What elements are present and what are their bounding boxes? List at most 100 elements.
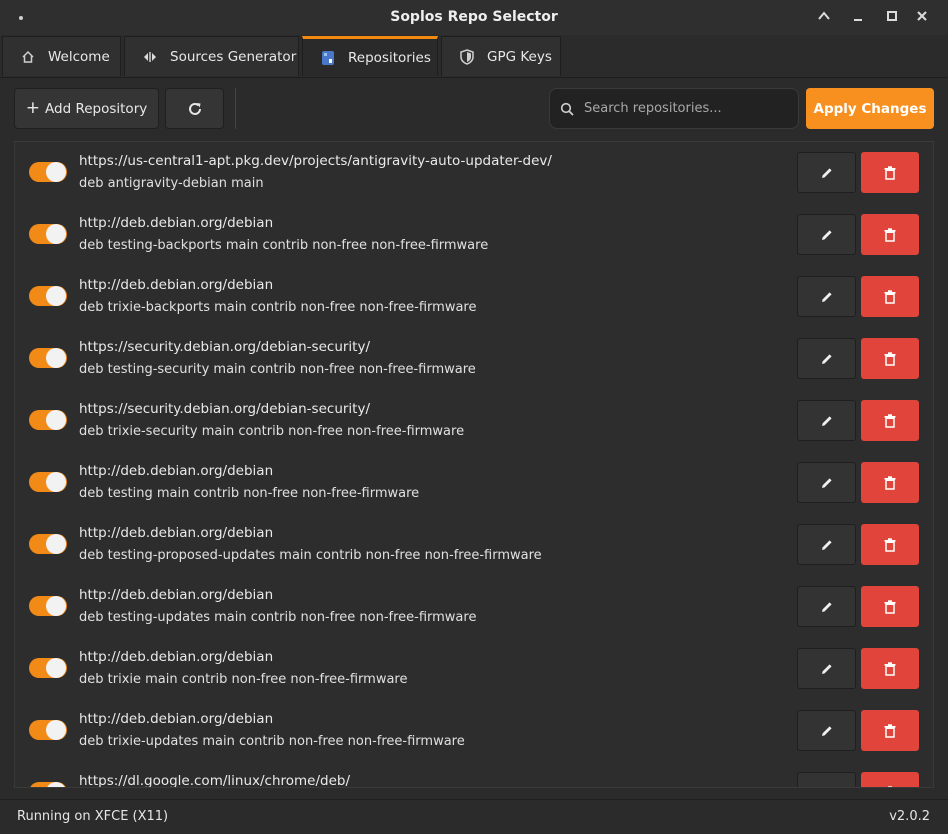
toggle-knob <box>46 224 66 244</box>
toggle-knob <box>46 472 66 492</box>
edit-repository-button[interactable] <box>797 710 856 751</box>
toggle-knob <box>46 658 66 678</box>
repository-row: http://deb.debian.org/debian deb testing-… <box>15 204 933 266</box>
edit-repository-button[interactable] <box>797 524 856 565</box>
toolbar: + Add Repository Apply Changes <box>0 78 948 140</box>
plus-icon: + <box>25 98 41 118</box>
trash-icon <box>884 227 896 242</box>
repository-enabled-toggle[interactable] <box>29 720 67 740</box>
tab-label: GPG Keys <box>487 48 552 65</box>
minimize-button[interactable] <box>849 9 867 27</box>
repository-url: https://dl.google.com/linux/chrome/deb/ <box>79 773 351 788</box>
edit-repository-button[interactable] <box>797 152 856 193</box>
edit-repository-button[interactable] <box>797 772 856 789</box>
delete-repository-button[interactable] <box>861 772 919 787</box>
repository-enabled-toggle[interactable] <box>29 782 67 787</box>
edit-repository-button[interactable] <box>797 400 856 441</box>
refresh-icon <box>188 102 201 115</box>
repository-row: http://deb.debian.org/debian deb testing-… <box>15 576 933 638</box>
pencil-icon <box>821 663 832 674</box>
toggle-knob <box>46 348 66 368</box>
repository-enabled-toggle[interactable] <box>29 658 67 678</box>
toggle-knob <box>46 534 66 554</box>
repository-enabled-toggle[interactable] <box>29 596 67 616</box>
repository-row: http://deb.debian.org/debian deb trixie m… <box>15 638 933 700</box>
maximize-button[interactable] <box>883 9 901 27</box>
edit-repository-button[interactable] <box>797 338 856 379</box>
repository-url: https://security.debian.org/debian-secur… <box>79 339 371 355</box>
delete-repository-button[interactable] <box>861 400 919 441</box>
pencil-icon <box>821 353 832 364</box>
repository-spec: deb trixie-security main contrib non-fre… <box>79 424 465 439</box>
edit-repository-button[interactable] <box>797 462 856 503</box>
repository-spec: deb testing-proposed-updates main contri… <box>79 548 542 563</box>
repository-enabled-toggle[interactable] <box>29 472 67 492</box>
toggle-knob <box>46 410 66 430</box>
toggle-knob <box>46 596 66 616</box>
repository-enabled-toggle[interactable] <box>29 348 67 368</box>
repository-enabled-toggle[interactable] <box>29 162 67 182</box>
trash-icon <box>884 413 896 428</box>
repository-enabled-toggle[interactable] <box>29 286 67 306</box>
title-bar: Soplos Repo Selector <box>0 0 948 36</box>
trash-icon <box>884 599 896 614</box>
tab-repositories[interactable]: Repositories <box>302 36 438 76</box>
close-button[interactable] <box>913 9 931 27</box>
trash-icon <box>884 165 896 180</box>
repository-spec: deb testing-security main contrib non-fr… <box>79 362 476 377</box>
trash-icon <box>884 475 896 490</box>
pencil-icon <box>821 787 833 789</box>
repository-row: https://security.debian.org/debian-secur… <box>15 328 933 390</box>
delete-repository-button[interactable] <box>861 648 919 689</box>
edit-repository-button[interactable] <box>797 214 856 255</box>
delete-repository-button[interactable] <box>861 214 919 255</box>
add-repository-button[interactable]: + Add Repository <box>14 88 159 129</box>
repository-enabled-toggle[interactable] <box>29 224 67 244</box>
search-box[interactable] <box>549 88 799 129</box>
minimize-icon <box>854 19 862 21</box>
search-input[interactable] <box>582 100 786 117</box>
pencil-icon <box>821 415 832 426</box>
tab-welcome[interactable]: Welcome <box>2 36 121 76</box>
apply-changes-button[interactable]: Apply Changes <box>806 88 934 129</box>
toggle-knob <box>46 782 66 787</box>
repository-list[interactable]: https://us-central1-apt.pkg.dev/projects… <box>14 141 934 788</box>
delete-repository-button[interactable] <box>861 276 919 317</box>
repository-url: http://deb.debian.org/debian <box>79 587 274 603</box>
chevron-up-icon <box>818 11 830 20</box>
repository-row: http://deb.debian.org/debian deb trixie-b… <box>15 266 933 328</box>
window-title: Soplos Repo Selector <box>390 9 558 25</box>
trash-icon <box>884 537 896 552</box>
add-repository-label: Add Repository <box>45 100 148 117</box>
repository-enabled-toggle[interactable] <box>29 410 67 430</box>
trash-icon <box>884 351 896 366</box>
delete-repository-button[interactable] <box>861 524 919 565</box>
tab-label: Sources Generator <box>170 48 297 65</box>
delete-repository-button[interactable] <box>861 152 919 193</box>
pencil-icon <box>821 477 832 488</box>
toolbar-separator <box>235 88 236 129</box>
tab-gpg-keys[interactable]: GPG Keys <box>441 36 561 76</box>
repository-spec: deb antigravity-debian main <box>79 176 264 191</box>
status-bar: Running on XFCE (X11) v2.0.2 <box>0 799 948 834</box>
tab-sources-generator[interactable]: Sources Generator <box>124 36 299 76</box>
environment-status: Running on XFCE (X11) <box>17 809 169 824</box>
repository-row: https://dl.google.com/linux/chrome/deb/ <box>15 762 933 789</box>
trash-icon <box>884 289 896 304</box>
delete-repository-button[interactable] <box>861 338 919 379</box>
edit-repository-button[interactable] <box>797 276 856 317</box>
trash-icon <box>884 723 896 738</box>
tab-bar: Welcome Sources Generator Repositories G… <box>0 35 948 78</box>
shade-button[interactable] <box>815 9 833 27</box>
pencil-icon <box>821 167 832 178</box>
delete-repository-button[interactable] <box>861 710 919 751</box>
edit-repository-button[interactable] <box>797 586 856 627</box>
edit-repository-button[interactable] <box>797 648 856 689</box>
repository-url: https://security.debian.org/debian-secur… <box>79 401 371 417</box>
delete-repository-button[interactable] <box>861 586 919 627</box>
repository-enabled-toggle[interactable] <box>29 534 67 554</box>
refresh-button[interactable] <box>165 88 224 129</box>
repository-spec: deb testing-backports main contrib non-f… <box>79 238 489 253</box>
close-icon <box>917 11 927 21</box>
delete-repository-button[interactable] <box>861 462 919 503</box>
